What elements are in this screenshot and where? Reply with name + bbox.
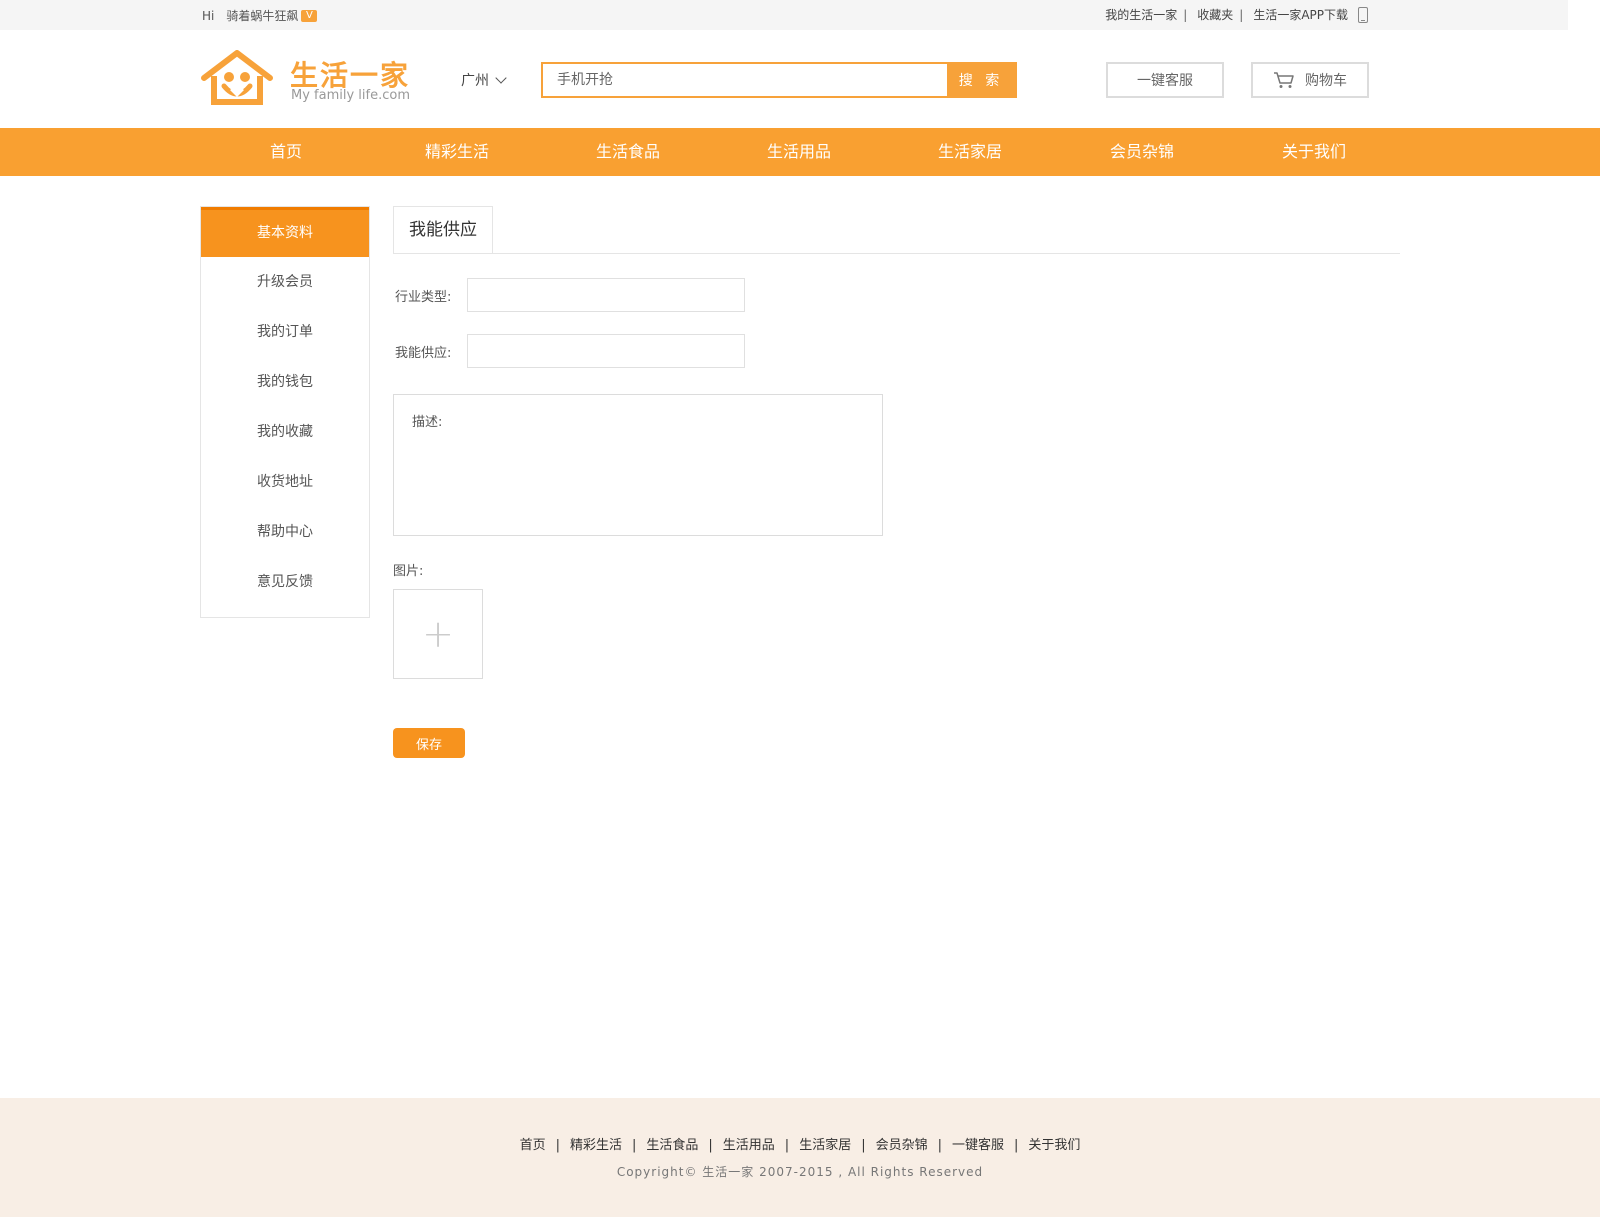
top-links: 我的生活一家 | 收藏夹 | 生活一家APP下载: [1105, 6, 1368, 23]
chevron-down-icon: [495, 72, 507, 84]
nav-item-home[interactable]: 首页: [226, 128, 346, 176]
image-upload-button[interactable]: +: [393, 589, 483, 679]
separator: |: [1239, 7, 1244, 22]
nav-item-home-furnishing[interactable]: 生活家居: [910, 128, 1030, 176]
plus-icon: +: [422, 612, 454, 656]
logo-subtitle: My family life.com: [291, 88, 410, 103]
save-button[interactable]: 保存: [393, 728, 465, 758]
search-input[interactable]: [543, 64, 947, 96]
separator: |: [861, 1138, 866, 1153]
sidebar-item-upgrade-member[interactable]: 升级会员: [201, 257, 369, 307]
separator: |: [708, 1138, 713, 1153]
search-bar: 搜 索: [541, 62, 1017, 98]
footer-link-home[interactable]: 首页: [520, 1138, 546, 1153]
logo[interactable]: 生活一家 My family life.com: [200, 50, 420, 110]
customer-service-label: 一键客服: [1137, 73, 1193, 89]
separator: |: [937, 1138, 942, 1153]
industry-type-label: 行业类型:: [395, 290, 452, 305]
favorites-link[interactable]: 收藏夹: [1197, 6, 1233, 23]
search-button[interactable]: 搜 索: [947, 64, 1015, 96]
cart-icon: [1274, 72, 1294, 88]
city-selector[interactable]: 广州: [461, 70, 507, 90]
footer-link-food[interactable]: 生活食品: [646, 1138, 698, 1153]
picture-label: 图片:: [393, 564, 424, 579]
house-logo-icon: [201, 50, 273, 105]
sidebar-item-help-center[interactable]: 帮助中心: [201, 507, 369, 557]
cart-label: 购物车: [1305, 73, 1347, 89]
separator: |: [1183, 7, 1188, 22]
sidebar-item-basic-info[interactable]: 基本资料: [201, 207, 369, 257]
nav-item-supplies[interactable]: 生活用品: [739, 128, 859, 176]
nav-item-wonderful-life[interactable]: 精彩生活: [397, 128, 517, 176]
tab-bar: 我能供应: [393, 206, 1400, 254]
vip-badge: V: [301, 9, 318, 22]
separator: |: [784, 1138, 790, 1153]
phone-icon: [1358, 6, 1368, 23]
cart-button[interactable]: 购物车: [1251, 62, 1369, 98]
nav-item-about-us[interactable]: 关于我们: [1254, 128, 1374, 176]
separator: |: [555, 1138, 560, 1153]
copyright-text: Copyright© 生活一家 2007-2015 , All Rights R…: [616, 1165, 984, 1179]
nav-item-member-misc[interactable]: 会员杂锦: [1082, 128, 1202, 176]
user-greeting: Hi 骑着蜗牛狂飙 V: [202, 7, 318, 24]
description-label: 描述:: [412, 415, 443, 430]
top-bar: Hi 骑着蜗牛狂飙 V 我的生活一家 | 收藏夹 | 生活一家APP下载: [0, 0, 1568, 31]
footer-links: 首页 | 精彩生活 | 生活食品 | 生活用品 | 生活家居 | 会员杂锦 | 一键客服 | 关于我们: [0, 1134, 1600, 1153]
supply-field[interactable]: [467, 334, 745, 368]
sidebar-item-my-wallet[interactable]: 我的钱包: [201, 357, 369, 407]
customer-service-button[interactable]: 一键客服: [1106, 62, 1224, 98]
separator: |: [631, 1138, 637, 1153]
footer-link-home-furnishing[interactable]: 生活家居: [799, 1138, 851, 1153]
my-life-link[interactable]: 我的生活一家: [1105, 6, 1177, 23]
description-textarea[interactable]: 描述:: [393, 394, 883, 536]
city-label: 广州: [461, 73, 489, 89]
separator: |: [1014, 1138, 1019, 1153]
sidebar-item-my-orders[interactable]: 我的订单: [201, 307, 369, 357]
footer: 首页 | 精彩生活 | 生活食品 | 生活用品 | 生活家居 | 会员杂锦 | 一键客服 | 关于我们 Co…: [0, 1098, 1600, 1217]
tab-supply[interactable]: 我能供应: [393, 206, 493, 253]
footer-link-member-misc[interactable]: 会员杂锦: [876, 1138, 928, 1153]
greeting-text: Hi: [202, 8, 215, 23]
nav-item-food[interactable]: 生活食品: [568, 128, 688, 176]
username[interactable]: 骑着蜗牛狂飙: [226, 7, 298, 24]
industry-type-field[interactable]: [467, 278, 745, 312]
footer-link-customer-service[interactable]: 一键客服: [952, 1138, 1004, 1153]
app-download-link[interactable]: 生活一家APP下载: [1253, 6, 1348, 23]
account-sidebar: 基本资料 升级会员 我的订单 我的钱包 我的收藏 收货地址 帮助中心 意见反馈: [200, 206, 370, 618]
sidebar-item-feedback[interactable]: 意见反馈: [201, 557, 369, 607]
footer-link-about-us[interactable]: 关于我们: [1028, 1138, 1080, 1153]
sidebar-item-my-favorites[interactable]: 我的收藏: [201, 407, 369, 457]
main-nav: 首页 精彩生活 生活食品 生活用品 生活家居 会员杂锦 关于我们: [0, 128, 1600, 176]
footer-link-wonderful-life[interactable]: 精彩生活: [570, 1138, 622, 1153]
supply-label: 我能供应:: [395, 346, 452, 361]
sidebar-item-shipping-address[interactable]: 收货地址: [201, 457, 369, 507]
footer-link-supplies[interactable]: 生活用品: [723, 1138, 775, 1153]
header: 生活一家 My family life.com 广州 搜 索 一键客服 购物车: [0, 30, 1568, 128]
